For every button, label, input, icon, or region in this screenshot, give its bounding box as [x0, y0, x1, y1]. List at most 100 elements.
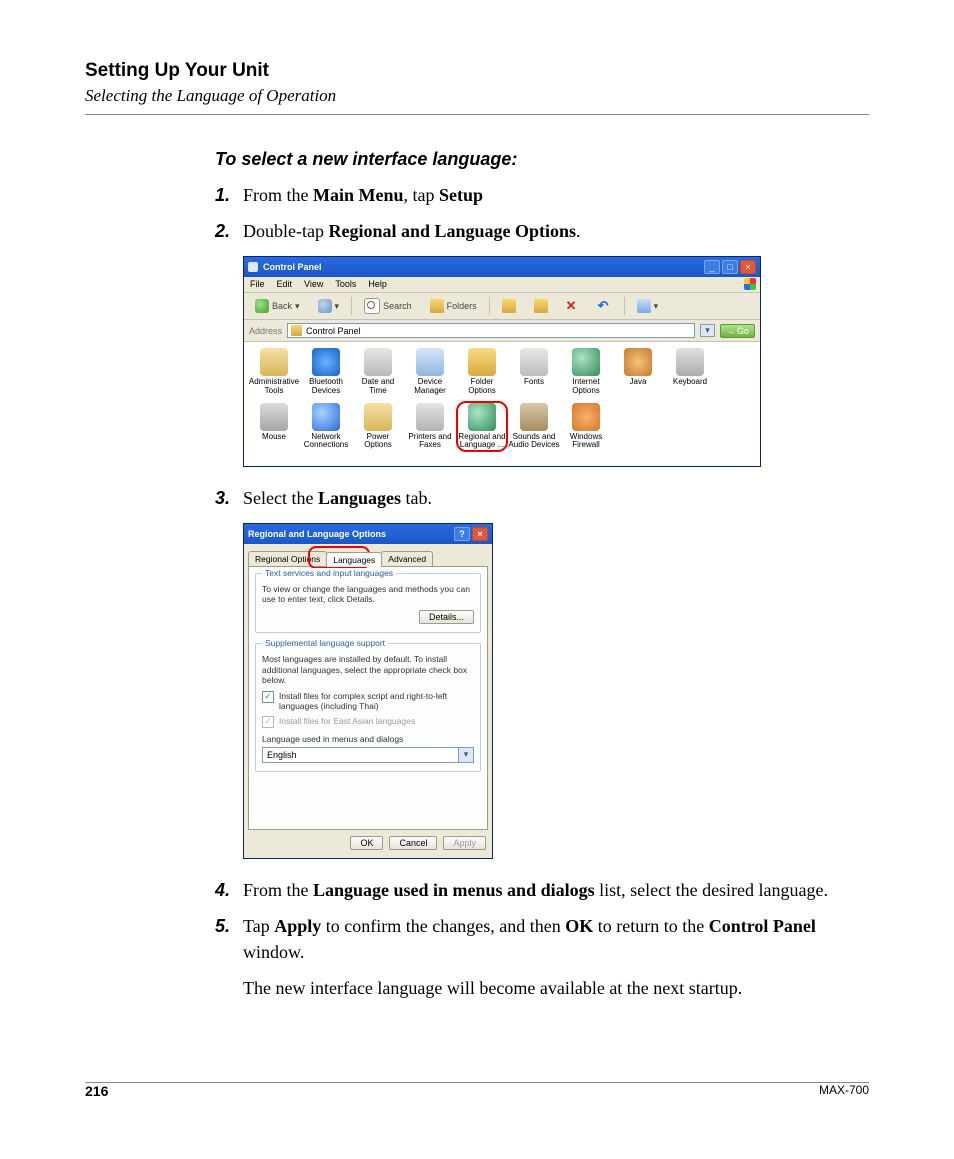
cp-mouse[interactable]: Mouse — [248, 403, 300, 450]
cp-firewall[interactable]: Windows Firewall — [560, 403, 612, 450]
cp-printers[interactable]: Printers and Faxes — [404, 403, 456, 450]
screenshot-control-panel: Control Panel _ □ × File Edit View Tools… — [243, 256, 761, 467]
cp-folder-options[interactable]: Folder Options — [456, 348, 508, 395]
go-button[interactable]: → Go — [720, 324, 755, 338]
copy-to-icon — [534, 299, 548, 313]
icon-area: Administrative Tools Bluetooth Devices D… — [244, 342, 760, 466]
delete-button[interactable]: ✕ — [560, 297, 586, 315]
step-number: 1. — [215, 182, 243, 208]
folders-icon — [430, 299, 444, 313]
cp-admin-tools[interactable]: Administrative Tools — [248, 348, 300, 395]
cp-java[interactable]: Java — [612, 348, 664, 395]
dialog-title: Regional and Language Options — [248, 529, 454, 539]
step-number: 4. — [215, 877, 243, 903]
menu-tools[interactable]: Tools — [335, 279, 356, 289]
undo-icon: ↶ — [598, 299, 612, 313]
header-rule — [85, 114, 869, 115]
folder-options-icon — [468, 348, 496, 376]
step-3: 3. Select the Languages tab. — [215, 485, 869, 511]
forward-button[interactable]: ▾ — [312, 297, 346, 315]
page-heading: Setting Up Your Unit — [85, 60, 869, 82]
step-number: 3. — [215, 485, 243, 511]
checkbox-icon — [262, 716, 274, 728]
screenshot-regional-dialog: Regional and Language Options ? × Region… — [243, 523, 493, 859]
device-manager-icon — [416, 348, 444, 376]
group-supplemental: Supplemental language support Most langu… — [255, 643, 481, 772]
app-icon — [248, 262, 258, 272]
step-number: 2. — [215, 218, 243, 244]
apply-button[interactable]: Apply — [443, 836, 486, 850]
mouse-icon — [260, 403, 288, 431]
minimize-button[interactable]: _ — [704, 260, 720, 274]
cp-network[interactable]: Network Connections — [300, 403, 352, 450]
folders-button[interactable]: Folders — [424, 297, 483, 315]
cp-bluetooth[interactable]: Bluetooth Devices — [300, 348, 352, 395]
admin-tools-icon — [260, 348, 288, 376]
model-number: MAX-700 — [819, 1083, 869, 1099]
help-button[interactable]: ? — [454, 527, 470, 541]
checkbox-complex-scripts[interactable]: Install files for complex script and rig… — [262, 691, 474, 711]
move-to-icon — [502, 299, 516, 313]
cp-regional-language[interactable]: Regional and Language ... — [456, 403, 508, 450]
tab-languages[interactable]: Languages — [326, 552, 382, 567]
details-button[interactable]: Details... — [419, 610, 474, 624]
window-titlebar: Control Panel _ □ × — [244, 257, 760, 277]
forward-icon — [318, 299, 332, 313]
date-time-icon — [364, 348, 392, 376]
close-button[interactable]: × — [740, 260, 756, 274]
menu-view[interactable]: View — [304, 279, 323, 289]
views-button[interactable]: ▾ — [631, 297, 665, 315]
checkbox-icon — [262, 691, 274, 703]
search-button[interactable]: Search — [358, 296, 418, 316]
cp-device-manager[interactable]: Device Manager — [404, 348, 456, 395]
tab-regional-options[interactable]: Regional Options — [248, 551, 327, 566]
address-dropdown[interactable]: ▾ — [700, 324, 715, 337]
step-2: 2. Double-tap Regional and Language Opti… — [215, 218, 869, 244]
highlight-ring — [456, 401, 508, 452]
bluetooth-icon — [312, 348, 340, 376]
language-combo[interactable]: English ▾ — [262, 747, 474, 763]
menu-help[interactable]: Help — [368, 279, 387, 289]
ok-button[interactable]: OK — [350, 836, 383, 850]
cp-power[interactable]: Power Options — [352, 403, 404, 450]
move-to-button[interactable] — [496, 297, 522, 315]
page-number: 216 — [85, 1083, 108, 1099]
sounds-icon — [520, 403, 548, 431]
cp-date-time[interactable]: Date and Time — [352, 348, 404, 395]
search-icon — [364, 298, 380, 314]
group-text: Most languages are installed by default.… — [262, 654, 474, 686]
group-text: To view or change the languages and meth… — [262, 584, 474, 605]
instruction-heading: To select a new interface language: — [215, 149, 869, 170]
menu-edit[interactable]: Edit — [277, 279, 293, 289]
combo-value: English — [263, 748, 458, 762]
cp-sounds[interactable]: Sounds and Audio Devices — [508, 403, 560, 450]
printers-icon — [416, 403, 444, 431]
toolbar: Back▾ ▾ Search Folders ✕ ↶ ▾ — [244, 293, 760, 320]
chevron-down-icon: ▾ — [458, 748, 473, 762]
internet-options-icon — [572, 348, 600, 376]
cp-internet-options[interactable]: Internet Options — [560, 348, 612, 395]
tab-advanced[interactable]: Advanced — [381, 551, 433, 566]
window-title: Control Panel — [263, 262, 704, 272]
undo-button[interactable]: ↶ — [592, 297, 618, 315]
power-icon — [364, 403, 392, 431]
language-combo-label: Language used in menus and dialogs — [262, 734, 474, 744]
step-4: 4. From the Language used in menus and d… — [215, 877, 869, 903]
cp-fonts[interactable]: Fonts — [508, 348, 560, 395]
cancel-button[interactable]: Cancel — [389, 836, 437, 850]
back-button[interactable]: Back▾ — [249, 297, 306, 315]
copy-to-button[interactable] — [528, 297, 554, 315]
windows-flag-icon — [744, 278, 756, 290]
checkbox-east-asian[interactable]: Install files for East Asian languages — [262, 716, 474, 728]
close-button[interactable]: × — [472, 527, 488, 541]
firewall-icon — [572, 403, 600, 431]
address-bar: Address Control Panel ▾ → Go — [244, 320, 760, 342]
maximize-button[interactable]: □ — [722, 260, 738, 274]
address-input[interactable]: Control Panel — [287, 323, 695, 338]
delete-icon: ✕ — [566, 299, 580, 313]
menu-file[interactable]: File — [250, 279, 265, 289]
group-text-services: Text services and input languages To vie… — [255, 573, 481, 633]
group-caption: Text services and input languages — [262, 568, 396, 578]
group-caption: Supplemental language support — [262, 638, 388, 648]
cp-keyboard[interactable]: Keyboard — [664, 348, 716, 395]
